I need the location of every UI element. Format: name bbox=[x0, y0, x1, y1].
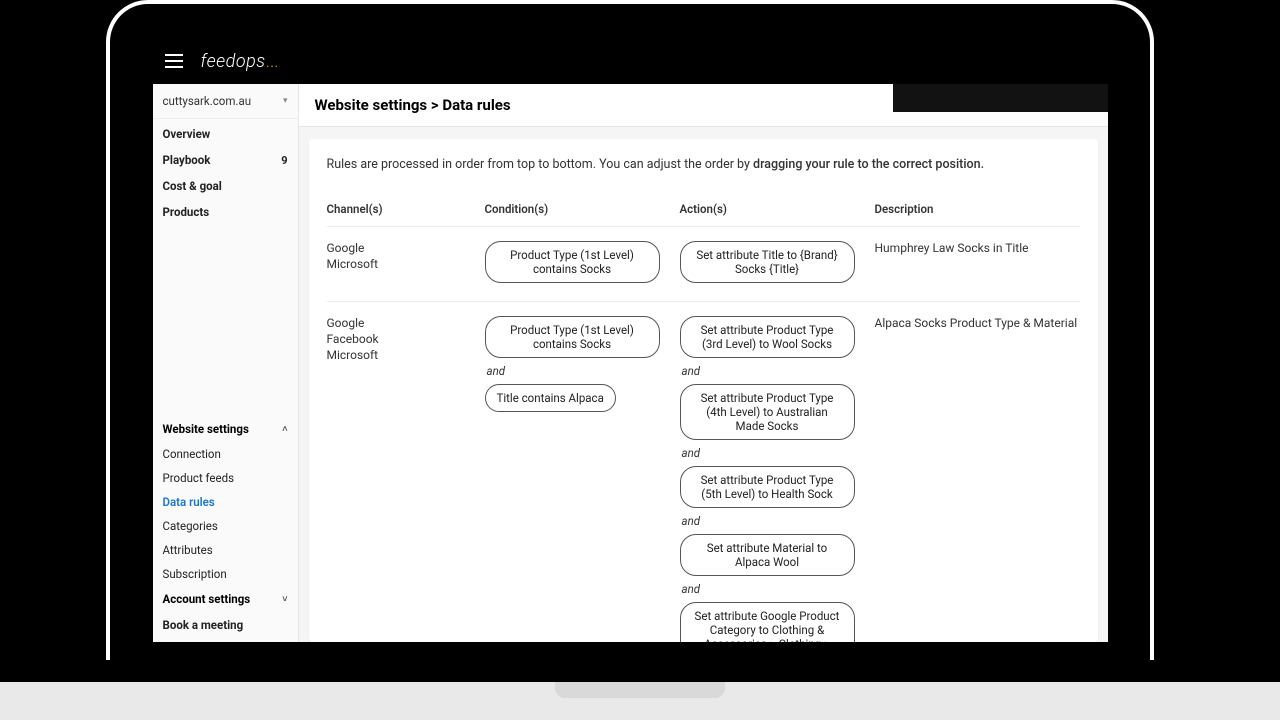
logo-dots: ... bbox=[266, 51, 279, 72]
main: Website settings > Data rules Rules are … bbox=[299, 84, 1108, 642]
rule-row[interactable]: Google Facebook MicrosoftProduct Type (1st… bbox=[327, 301, 1080, 642]
action-chip[interactable]: Set attribute Product Type (4th Level) t… bbox=[680, 384, 855, 440]
nav-book-meeting-label: Book a meeting bbox=[163, 618, 244, 632]
nav-website-settings-label: Website settings bbox=[163, 422, 249, 436]
site-domain: cuttysark.com.au bbox=[163, 94, 252, 108]
rules-panel: Rules are processed in order from top to… bbox=[309, 139, 1098, 642]
nav-item-label: Overview bbox=[163, 127, 211, 141]
menu-icon[interactable] bbox=[165, 54, 183, 68]
action-join: and bbox=[680, 364, 701, 378]
chevron-down-icon: ˅ bbox=[282, 594, 287, 605]
condition-chip[interactable]: Title contains Alpaca bbox=[485, 384, 616, 412]
nav-sub-attributes[interactable]: Attributes bbox=[153, 538, 298, 562]
action-chip[interactable]: Set attribute Product Type (3rd Level) t… bbox=[680, 316, 855, 358]
nav-item-overview[interactable]: Overview bbox=[153, 121, 298, 147]
channel-label: Microsoft bbox=[327, 257, 485, 271]
nav-sub-product-feeds[interactable]: Product feeds bbox=[153, 466, 298, 490]
nav-item-label: Playbook bbox=[163, 153, 211, 167]
page-title: Website settings > Data rules bbox=[299, 84, 1108, 127]
col-actions: Action(s) bbox=[680, 202, 875, 216]
rules-header-row: Channel(s) Condition(s) Action(s) Descri… bbox=[327, 202, 1080, 226]
rule-row[interactable]: Google MicrosoftProduct Type (1st Level) … bbox=[327, 226, 1080, 301]
nav-bottom: Website settings ˄ ConnectionProduct fee… bbox=[153, 416, 298, 642]
nav-item-label: Cost & goal bbox=[163, 179, 222, 193]
action-chip[interactable]: Set attribute Google Product Category to… bbox=[680, 602, 855, 642]
action-chip[interactable]: Set attribute Title to {Brand} Socks {Ti… bbox=[680, 241, 855, 283]
rule-actions: Set attribute Product Type (3rd Level) t… bbox=[680, 316, 875, 642]
action-join: and bbox=[680, 582, 701, 596]
condition-join: and bbox=[485, 364, 506, 378]
rule-description: Alpaca Socks Product Type & Material bbox=[875, 316, 1080, 330]
nav-sub-categories[interactable]: Categories bbox=[153, 514, 298, 538]
rule-actions: Set attribute Title to {Brand} Socks {Ti… bbox=[680, 241, 875, 283]
sidebar: cuttysark.com.au ▾ Overview Playbook 9 Cost… bbox=[153, 84, 299, 642]
chevron-up-icon: ˄ bbox=[282, 424, 287, 435]
nav-badge: 9 bbox=[281, 154, 287, 167]
rule-conditions: Product Type (1st Level) contains Socks bbox=[485, 241, 680, 283]
nav-website-settings[interactable]: Website settings ˄ bbox=[153, 416, 298, 442]
col-channels: Channel(s) bbox=[327, 202, 485, 216]
rules-info-prefix: Rules are processed in order from top to… bbox=[327, 157, 754, 172]
nav-item-cost-goal[interactable]: Cost & goal bbox=[153, 173, 298, 199]
action-join: and bbox=[680, 446, 701, 460]
rules-info: Rules are processed in order from top to… bbox=[327, 157, 1080, 172]
nav-account-settings-label: Account settings bbox=[163, 592, 251, 606]
app-screen: feedops... cuttysark.com.au ▾ Overview Pl… bbox=[153, 38, 1108, 642]
topbar: feedops... bbox=[153, 38, 1108, 84]
nav-item-products[interactable]: Products bbox=[153, 199, 298, 225]
action-chip[interactable]: Set attribute Product Type (5th Level) t… bbox=[680, 466, 855, 508]
action-join: and bbox=[680, 514, 701, 528]
action-chip[interactable]: Set attribute Material to Alpaca Wool bbox=[680, 534, 855, 576]
logo: feedops... bbox=[201, 51, 279, 72]
nav-sub-data-rules[interactable]: Data rules bbox=[153, 490, 298, 514]
channel-label: Microsoft bbox=[327, 348, 485, 362]
nav-item-playbook[interactable]: Playbook 9 bbox=[153, 147, 298, 173]
rule-channels: Google Microsoft bbox=[327, 241, 485, 271]
device-frame: feedops... cuttysark.com.au ▾ Overview Pl… bbox=[106, 0, 1154, 660]
top-right-overlay bbox=[893, 84, 1108, 112]
nav-account-settings[interactable]: Account settings ˅ bbox=[153, 586, 298, 612]
rule-channels: Google Facebook Microsoft bbox=[327, 316, 485, 362]
condition-chip[interactable]: Product Type (1st Level) contains Socks bbox=[485, 316, 660, 358]
col-description: Description bbox=[875, 202, 1080, 216]
col-conditions: Condition(s) bbox=[485, 202, 680, 216]
device-notch bbox=[555, 682, 725, 698]
nav-sub-connection[interactable]: Connection bbox=[153, 442, 298, 466]
nav-item-label: Products bbox=[163, 205, 210, 219]
channel-label: Google bbox=[327, 316, 485, 330]
channel-label: Google bbox=[327, 241, 485, 255]
rules-info-em: dragging your rule to the correct positi… bbox=[753, 157, 984, 172]
nav-top: Overview Playbook 9 Cost & goal Products bbox=[153, 119, 298, 225]
chevron-down-icon: ▾ bbox=[283, 96, 288, 106]
logo-text: feedops bbox=[201, 51, 266, 72]
channel-label: Facebook bbox=[327, 332, 485, 346]
rule-description: Humphrey Law Socks in Title bbox=[875, 241, 1080, 255]
site-selector[interactable]: cuttysark.com.au ▾ bbox=[153, 84, 298, 119]
nav-sub-subscription[interactable]: Subscription bbox=[153, 562, 298, 586]
rule-conditions: Product Type (1st Level) contains Socks a… bbox=[485, 316, 680, 412]
nav-book-meeting[interactable]: Book a meeting bbox=[153, 612, 298, 638]
condition-chip[interactable]: Product Type (1st Level) contains Socks bbox=[485, 241, 660, 283]
